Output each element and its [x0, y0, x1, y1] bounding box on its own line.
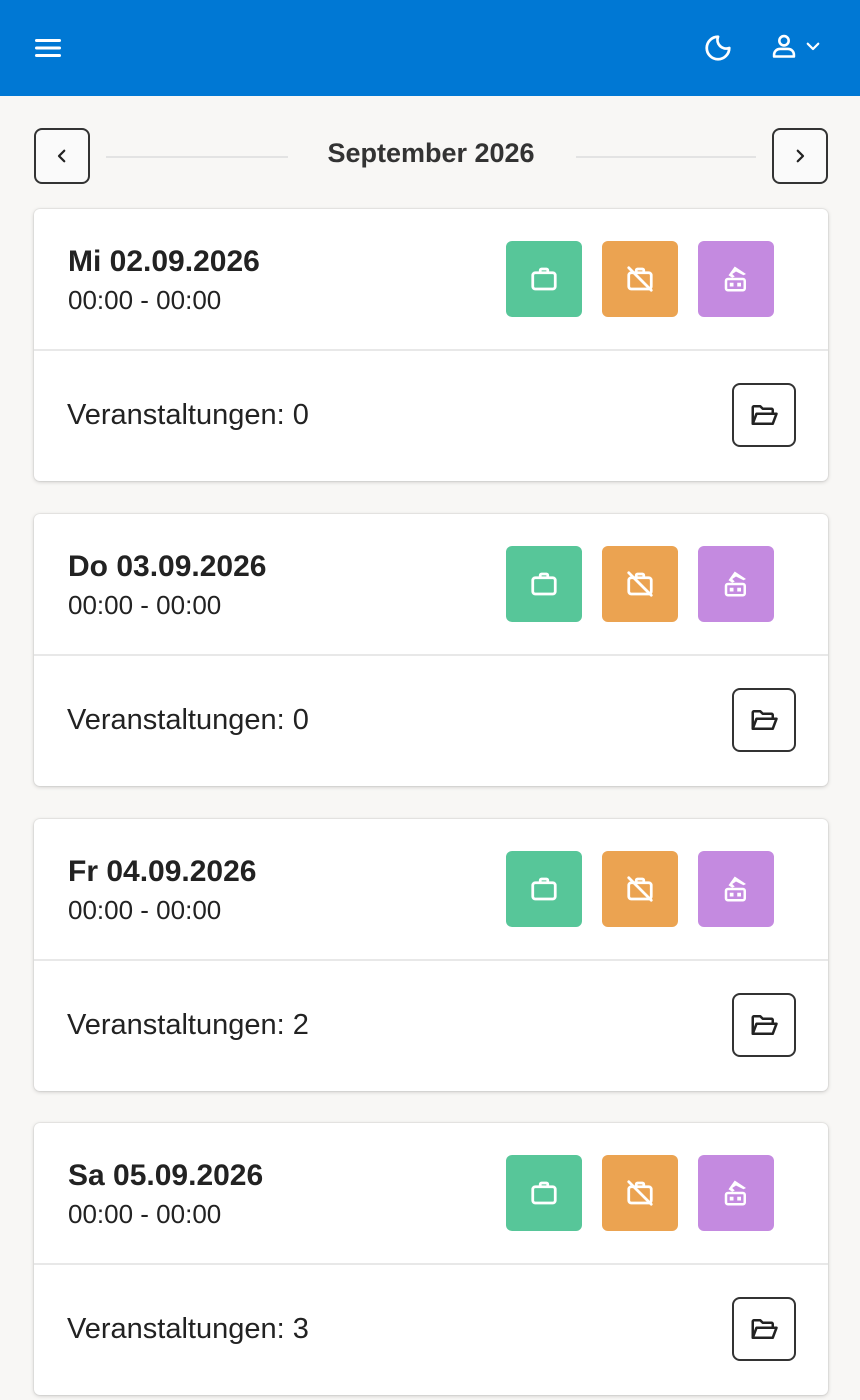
- open-events-button[interactable]: [732, 1297, 796, 1361]
- open-events-button[interactable]: [732, 993, 796, 1057]
- day-card: Mi 02.09.2026 00:00 - 00:00 Veranstaltun…: [34, 209, 828, 481]
- day-time-range: 00:00 - 00:00: [68, 285, 222, 315]
- luggage-plane-icon: [724, 1180, 746, 1206]
- chevron-right-icon: [796, 149, 805, 163]
- luggage-plane-icon: [724, 571, 746, 597]
- briefcase-icon: [531, 267, 557, 291]
- day-card-header: Fr 04.09.2026 00:00 - 00:00: [34, 819, 828, 961]
- work-day-button[interactable]: [506, 241, 582, 317]
- day-card-header: Mi 02.09.2026 00:00 - 00:00: [34, 209, 828, 351]
- work-day-button[interactable]: [506, 546, 582, 622]
- day-date: Mi 02.09.2026: [68, 245, 260, 278]
- work-day-button[interactable]: [506, 851, 582, 927]
- no-work-day-button[interactable]: [602, 546, 678, 622]
- no-work-day-button[interactable]: [602, 241, 678, 317]
- chevron-down-icon: [806, 42, 820, 51]
- open-events-button[interactable]: [732, 383, 796, 447]
- briefcase-off-icon: [627, 1180, 653, 1206]
- briefcase-off-icon: [627, 266, 653, 292]
- folder-open-icon: [751, 1015, 778, 1035]
- events-count: Veranstaltungen: 0: [67, 399, 309, 431]
- hamburger-menu-icon: [35, 39, 61, 57]
- travel-day-button[interactable]: [698, 241, 774, 317]
- folder-open-icon: [751, 405, 778, 425]
- day-card: Fr 04.09.2026 00:00 - 00:00 Veranstaltun…: [34, 819, 828, 1091]
- travel-day-button[interactable]: [698, 546, 774, 622]
- divider: [106, 156, 288, 158]
- day-card: Sa 05.09.2026 00:00 - 00:00 Veranstaltun…: [34, 1123, 828, 1395]
- folder-open-icon: [751, 710, 778, 730]
- day-time-range: 00:00 - 00:00: [68, 590, 222, 620]
- theme-toggle-button[interactable]: [698, 28, 738, 68]
- day-date: Fr 04.09.2026: [68, 855, 257, 888]
- previous-month-button[interactable]: [34, 128, 90, 184]
- divider: [576, 156, 756, 158]
- luggage-plane-icon: [724, 266, 746, 292]
- travel-day-button[interactable]: [698, 851, 774, 927]
- briefcase-icon: [531, 572, 557, 596]
- no-work-day-button[interactable]: [602, 1155, 678, 1231]
- day-time-range: 00:00 - 00:00: [68, 1199, 222, 1229]
- day-date: Sa 05.09.2026: [68, 1159, 264, 1192]
- briefcase-icon: [531, 877, 557, 901]
- briefcase-off-icon: [627, 876, 653, 902]
- chevron-left-icon: [57, 149, 66, 163]
- moon-icon: [705, 35, 731, 61]
- luggage-plane-icon: [724, 876, 746, 902]
- user-icon: [772, 34, 796, 58]
- briefcase-icon: [531, 1181, 557, 1205]
- top-app-bar: [0, 0, 860, 96]
- day-card-header: Do 03.09.2026 00:00 - 00:00: [34, 514, 828, 656]
- day-card: Do 03.09.2026 00:00 - 00:00 Veranstaltun…: [34, 514, 828, 786]
- next-month-button[interactable]: [772, 128, 828, 184]
- month-navigation: September 2026: [34, 128, 828, 184]
- events-count: Veranstaltungen: 0: [67, 704, 309, 736]
- day-time-range: 00:00 - 00:00: [68, 895, 222, 925]
- no-work-day-button[interactable]: [602, 851, 678, 927]
- work-day-button[interactable]: [506, 1155, 582, 1231]
- day-card-header: Sa 05.09.2026 00:00 - 00:00: [34, 1123, 828, 1265]
- open-events-button[interactable]: [732, 688, 796, 752]
- day-date: Do 03.09.2026: [68, 550, 267, 583]
- menu-button[interactable]: [30, 30, 66, 66]
- travel-day-button[interactable]: [698, 1155, 774, 1231]
- folder-open-icon: [751, 1319, 778, 1339]
- briefcase-off-icon: [627, 571, 653, 597]
- events-count: Veranstaltungen: 2: [67, 1009, 309, 1041]
- user-menu-button[interactable]: [770, 26, 834, 66]
- events-count: Veranstaltungen: 3: [67, 1313, 309, 1345]
- month-title: September 2026: [327, 138, 535, 168]
